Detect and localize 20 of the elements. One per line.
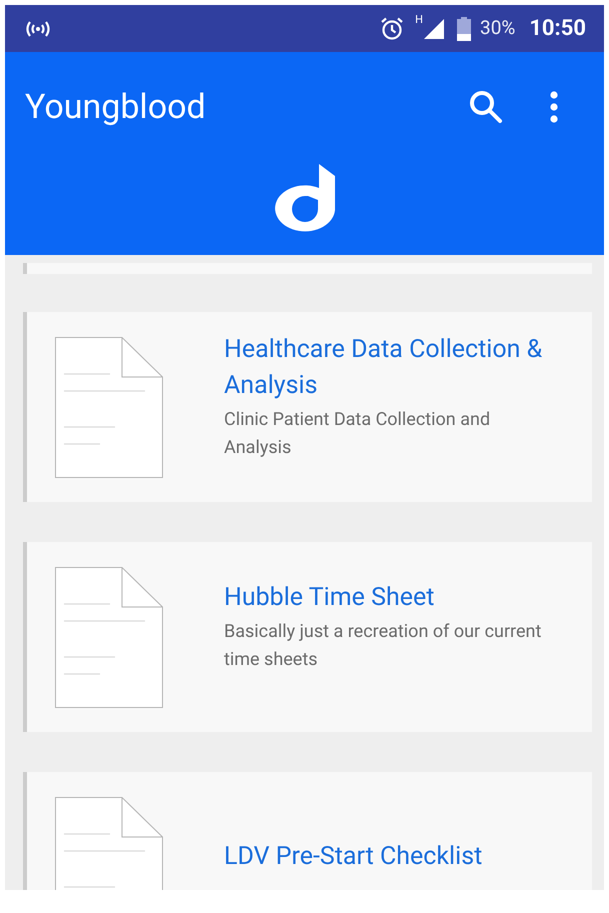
app-title: Youngblood <box>25 86 207 128</box>
form-description: Clinic Patient Data Collection and Analysis <box>224 408 492 460</box>
form-card[interactable]: Healthcare Data Collection & Analysis Clinic Patient Data Collection and Analysis <box>23 312 592 502</box>
form-card[interactable]: LDV Pre-Start Checklist <box>23 772 592 890</box>
battery-icon <box>457 16 472 40</box>
document-icon <box>55 567 163 708</box>
network-type-label: H <box>415 14 424 25</box>
form-description: Basically just a recreation of our current time sheets <box>224 620 542 672</box>
search-icon <box>469 90 503 124</box>
form-card[interactable]: Hubble Time Sheet Basically just a recreation of our current time sheets <box>23 542 592 732</box>
form-title: Hubble Time Sheet <box>224 582 436 614</box>
more-icon <box>550 91 558 123</box>
app-logo <box>274 162 336 234</box>
signal-icon <box>423 18 446 40</box>
alarm-clock-icon <box>379 16 406 42</box>
battery-percent: 30% <box>480 15 516 42</box>
form-title: Healthcare Data Collection & Analysis <box>224 334 544 402</box>
document-icon <box>55 337 163 478</box>
clock-time: 10:50 <box>529 15 586 43</box>
form-title: LDV Pre-Start Checklist <box>224 841 484 873</box>
